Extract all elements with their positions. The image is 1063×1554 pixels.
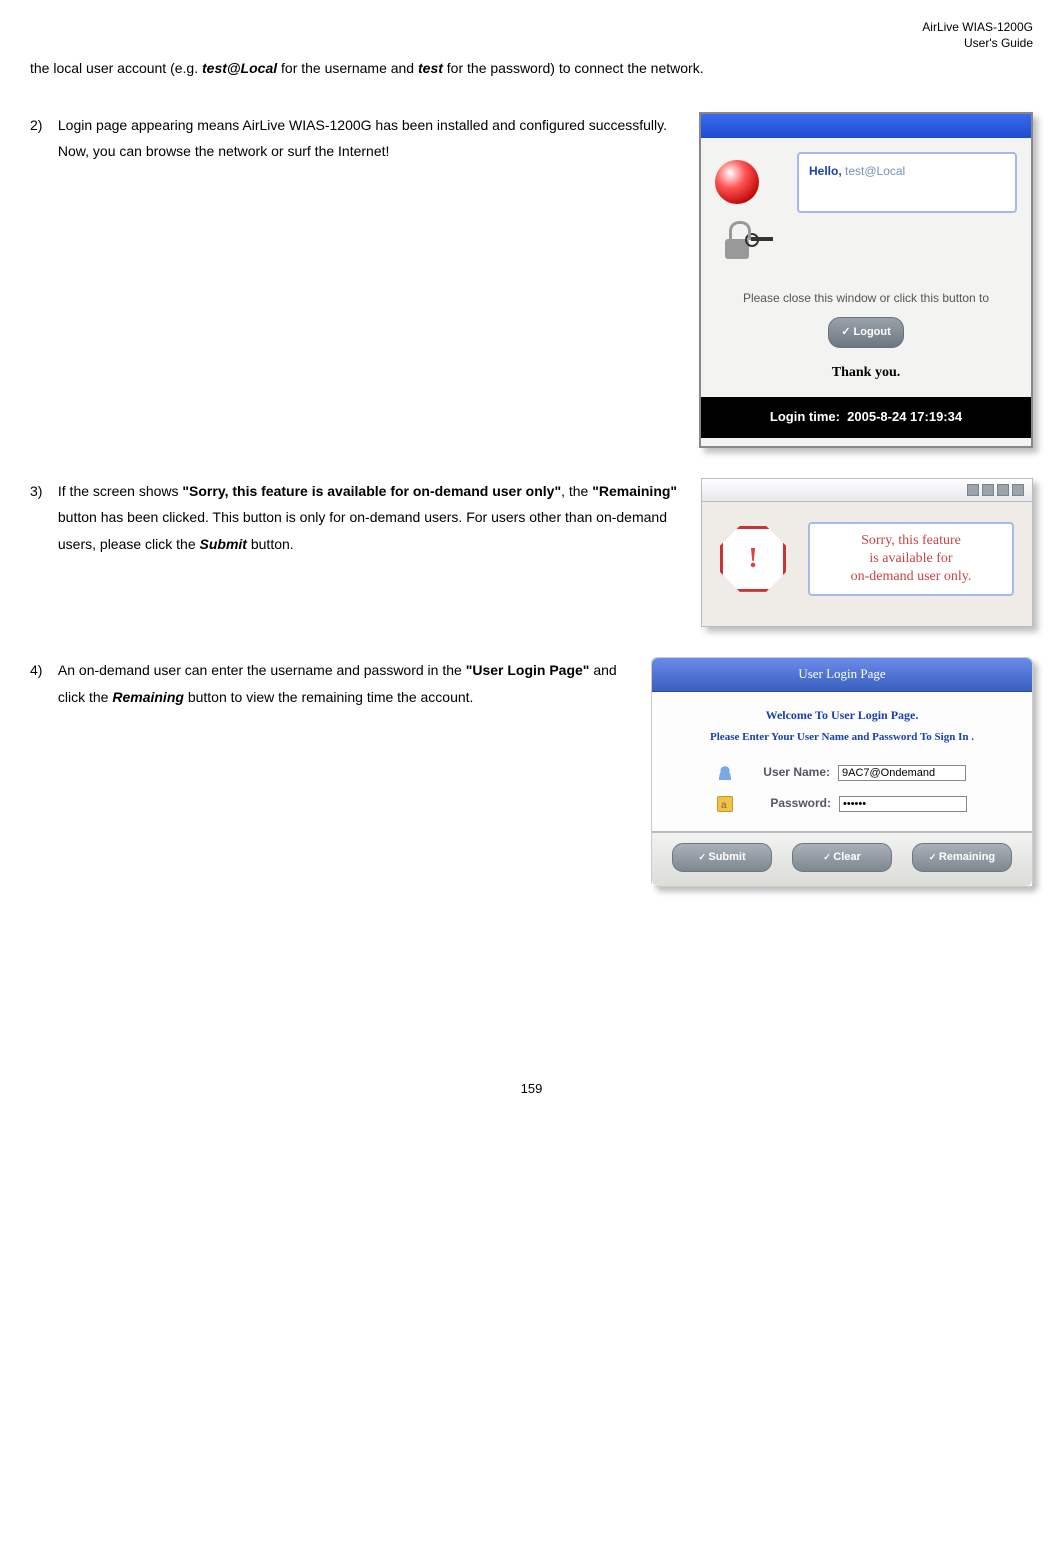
password-label: Password: — [741, 792, 831, 815]
login-page-title: User Login Page — [652, 658, 1032, 692]
password-input[interactable] — [839, 796, 967, 812]
warning-icon: ! — [720, 526, 786, 592]
step-number: 4) — [30, 657, 54, 684]
status-indicator-icon — [715, 160, 759, 204]
close-message: Please close this window or click this b… — [701, 287, 1031, 310]
login-time-label: Login time: — [770, 409, 840, 424]
step-4: 4) An on-demand user can enter the usern… — [30, 657, 1033, 887]
title-bar — [701, 114, 1031, 138]
example-username: test@Local — [202, 60, 277, 76]
step-3: 3) If the screen shows "Sorry, this feat… — [30, 478, 1033, 628]
logout-button[interactable]: Logout — [828, 317, 904, 348]
lock-icon — [721, 219, 761, 259]
login-page-screenshot: User Login Page Welcome To User Login Pa… — [651, 657, 1033, 887]
warning-screenshot: ! Sorry, this feature is available for o… — [701, 478, 1033, 628]
step-number: 3) — [30, 478, 54, 505]
step-number: 2) — [30, 112, 54, 139]
step-text: Login page appearing means AirLive WIAS-… — [58, 112, 685, 165]
step-2: 2) Login page appearing means AirLive WI… — [30, 112, 1033, 448]
intro-paragraph: the local user account (e.g. test@Local … — [30, 55, 1033, 82]
doc-header: AirLive WIAS-1200G User's Guide — [30, 20, 1033, 51]
welcome-text: Welcome To User Login Page. — [652, 704, 1032, 727]
submit-button[interactable]: Submit — [672, 843, 772, 872]
username-label: User Name: — [740, 761, 830, 784]
step-text: An on-demand user can enter the username… — [58, 657, 637, 710]
example-password: test — [418, 60, 443, 76]
logout-success-screenshot: Hello, test@Local Please close this wind… — [699, 112, 1033, 448]
thank-you-text: Thank you. — [701, 360, 1031, 387]
hello-label: Hello, — [809, 164, 845, 178]
page-number: 159 — [30, 1077, 1033, 1102]
username-input[interactable] — [838, 765, 966, 781]
doc-title: User's Guide — [964, 36, 1033, 50]
instruction-text: Please Enter Your User Name and Password… — [652, 727, 1032, 748]
step-text: If the screen shows "Sorry, this feature… — [58, 478, 687, 558]
greeting-box: Hello, test@Local — [797, 152, 1017, 213]
password-icon — [717, 796, 733, 812]
clear-button[interactable]: Clear — [792, 843, 892, 872]
logged-user: test@Local — [845, 164, 905, 178]
login-time-bar: Login time: 2005-8-24 17:19:34 — [701, 397, 1031, 438]
product-name: AirLive WIAS-1200G — [922, 20, 1033, 34]
window-chrome — [702, 479, 1032, 502]
warning-message: Sorry, this feature is available for on-… — [808, 522, 1014, 597]
user-icon — [718, 766, 732, 780]
login-time-value: 2005-8-24 17:19:34 — [847, 409, 962, 424]
remaining-button[interactable]: Remaining — [912, 843, 1012, 872]
